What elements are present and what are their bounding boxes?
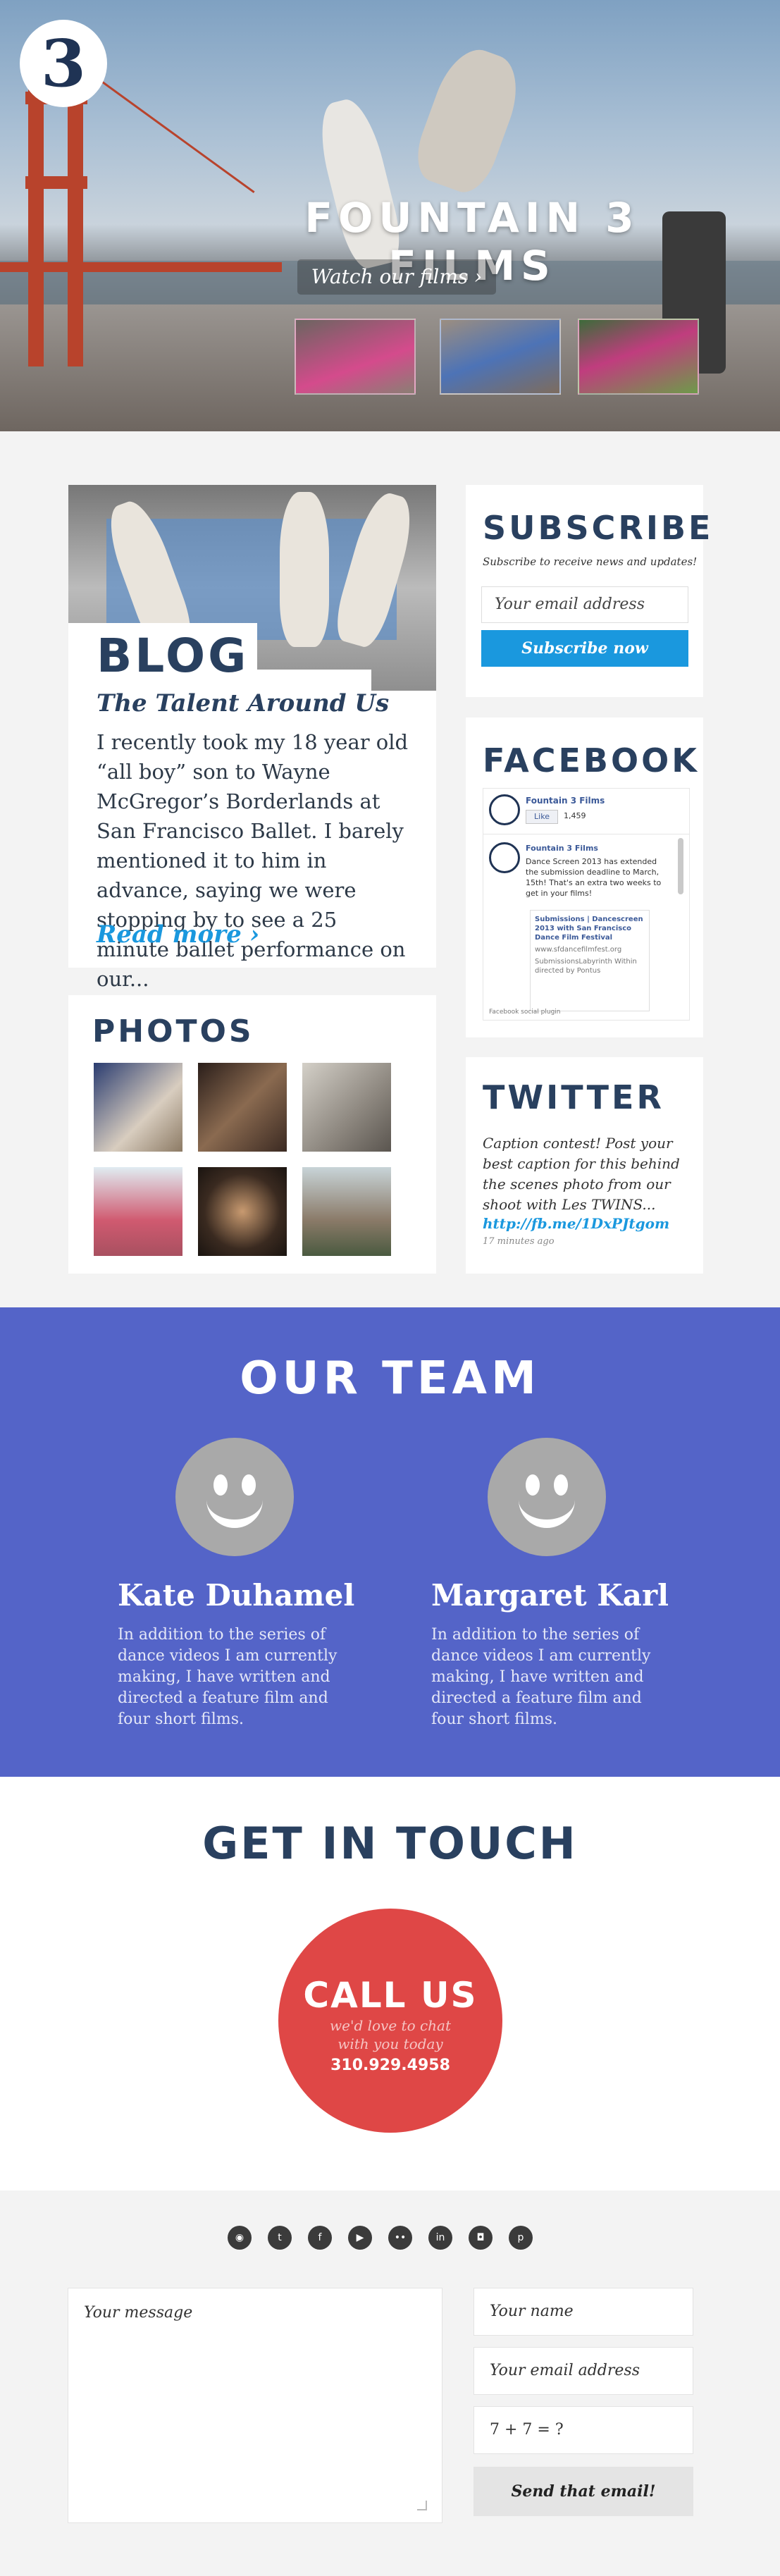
twitter-icon[interactable]: t — [268, 2226, 292, 2250]
fb-plugin-label: Facebook social plugin — [489, 1009, 561, 1016]
blog-excerpt: I recently took my 18 year old “all boy”… — [97, 730, 409, 991]
fb-page-avatar[interactable] — [489, 794, 520, 825]
site-logo[interactable]: 3 — [20, 20, 107, 107]
subscribe-heading: SUBSCRIBE — [483, 509, 714, 547]
tweet-link[interactable]: http://fb.me/1DxPJtgom — [483, 1215, 669, 1232]
rss-icon[interactable]: ◉ — [228, 2226, 252, 2250]
blog-post-title[interactable]: The Talent Around Us — [97, 689, 389, 717]
phone-number[interactable]: 310.929.4958 — [278, 2057, 502, 2074]
film-thumbnail[interactable] — [440, 319, 561, 395]
pinterest-icon[interactable]: p — [509, 2226, 533, 2250]
blog-heading: BLOG — [97, 629, 249, 683]
facebook-icon[interactable]: f — [308, 2226, 332, 2250]
facebook-heading: FACEBOOK — [483, 741, 700, 779]
dancer-figure — [280, 492, 329, 647]
call-line-2: with you today — [338, 2035, 443, 2052]
subscribe-button[interactable]: Subscribe now — [481, 630, 688, 667]
film-thumbnail[interactable] — [578, 319, 699, 395]
avatar — [488, 1438, 606, 1556]
contact-heading: GET IN TOUCH — [202, 1818, 578, 1869]
fb-scrollbar[interactable] — [678, 838, 683, 894]
message-textarea[interactable]: Your message — [68, 2288, 442, 2523]
twitter-heading: TWITTER — [483, 1078, 664, 1116]
photo-thumbnail[interactable] — [302, 1167, 391, 1256]
tweet-time: 17 minutes ago — [483, 1236, 555, 1247]
bridge-tower — [68, 63, 83, 366]
member-bio: In addition to the series of dance video… — [118, 1626, 338, 1728]
hero-banner: 3 FOUNTAIN 3 FILMS Watch our films › — [0, 0, 780, 431]
fb-post-author[interactable]: Fountain 3 Films — [526, 844, 598, 853]
photos-card: PHOTOS — [68, 995, 436, 1274]
read-more-link[interactable]: Read more › — [97, 920, 259, 949]
fb-page-name[interactable]: Fountain 3 Films — [526, 796, 605, 806]
dancer-figure — [408, 40, 529, 199]
youtube-icon[interactable]: ▶ — [348, 2226, 372, 2250]
send-email-button[interactable]: Send that email! — [473, 2467, 693, 2516]
photo-thumbnail[interactable] — [94, 1063, 182, 1152]
call-line-1: we'd love to chat — [329, 2017, 452, 2034]
subscribe-email-input[interactable]: Your email address — [481, 586, 688, 623]
photo-thumbnail[interactable] — [94, 1167, 182, 1256]
blog-card: BLOG The Talent Around Us I recently too… — [68, 485, 436, 991]
captcha-field[interactable]: 7 + 7 = ? — [473, 2406, 693, 2454]
fb-like-count: 1,459 — [564, 811, 586, 820]
bridge-beam — [25, 176, 87, 189]
member-bio: In addition to the series of dance video… — [431, 1626, 651, 1728]
flickr-icon[interactable]: •• — [388, 2226, 412, 2250]
film-thumbnail[interactable] — [295, 319, 416, 395]
fb-link-title: Submissions | Dancescreen 2013 with San … — [535, 916, 643, 942]
fb-post-text: Dance Screen 2013 has extended the submi… — [526, 857, 662, 898]
member-name: Kate Duhamel — [118, 1578, 355, 1613]
subscribe-card: SUBSCRIBE Subscribe to receive news and … — [466, 485, 710, 697]
call-us-title: CALL US — [303, 1975, 478, 2016]
resize-handle-icon[interactable] — [417, 2501, 427, 2510]
photo-thumbnail[interactable] — [198, 1167, 287, 1256]
watch-films-link[interactable]: Watch our films › — [297, 259, 496, 295]
bridge-tower — [28, 63, 44, 366]
photo-thumbnail[interactable] — [302, 1063, 391, 1152]
fb-like-button[interactable]: Like — [526, 810, 558, 824]
subscribe-tagline: Subscribe to receive news and updates! — [483, 555, 698, 568]
name-field[interactable]: Your name — [473, 2288, 693, 2336]
fb-link-more: SubmissionsLabyrinth Within directed by … — [535, 958, 637, 975]
fb-post-avatar — [489, 842, 520, 873]
bridge-cable — [82, 67, 255, 194]
instagram-icon[interactable]: ◘ — [469, 2226, 493, 2250]
avatar — [175, 1438, 294, 1556]
team-heading: OUR TEAM — [240, 1352, 540, 1405]
member-name: Margaret Karl — [431, 1578, 669, 1613]
twitter-card: TWITTER Caption contest! Post your best … — [466, 1057, 703, 1274]
photos-heading: PHOTOS — [92, 1013, 254, 1049]
photo-thumbnail[interactable] — [198, 1063, 287, 1152]
team-section: OUR TEAM Kate Duhamel In addition to the… — [0, 1307, 780, 1777]
linkedin-icon[interactable]: in — [428, 2226, 452, 2250]
tweet-text: Caption contest! Post your best caption … — [483, 1135, 680, 1213]
email-field[interactable]: Your email address — [473, 2347, 693, 2395]
facebook-card: FACEBOOK Fountain 3 Films Like 1,459 Fou… — [466, 717, 703, 1037]
fb-link-url: www.sfdancefilmfest.org — [535, 946, 622, 954]
facebook-widget: Fountain 3 Films Like 1,459 Fountain 3 F… — [483, 788, 690, 1021]
call-us-circle[interactable]: CALL US we'd love to chat with you today… — [278, 1909, 502, 2133]
fb-link-preview[interactable]: Submissions | Dancescreen 2013 with San … — [530, 910, 650, 1011]
